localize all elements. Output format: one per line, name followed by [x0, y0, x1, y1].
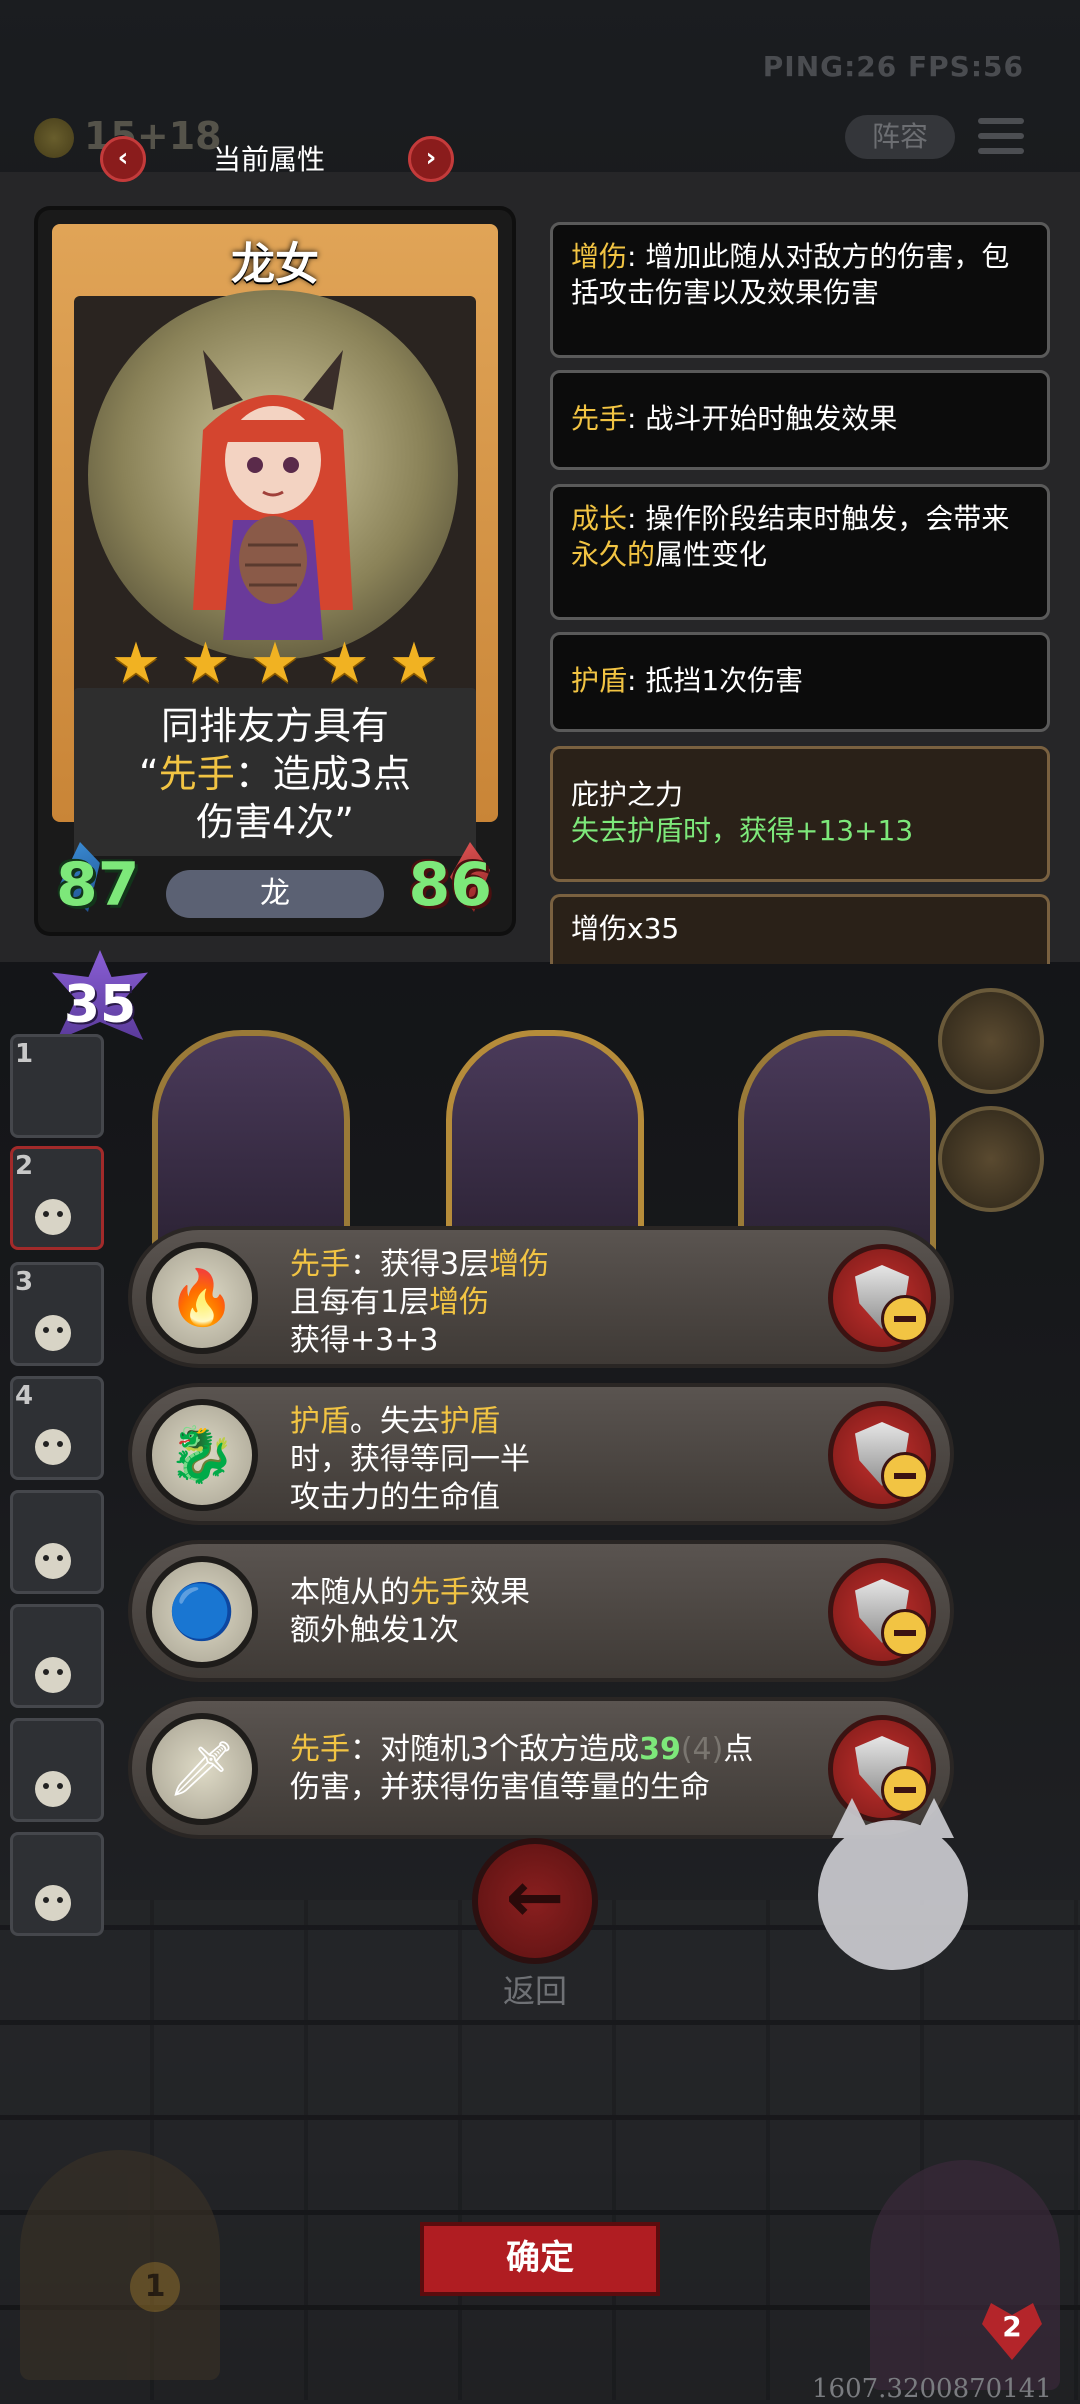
minus-icon	[881, 1609, 929, 1657]
keyword-shield: 护盾: 抵挡1次伤害	[550, 632, 1050, 732]
dragon-girl-image	[193, 350, 353, 640]
minus-icon	[881, 1766, 929, 1814]
top-hud: PING:26 FPS:56 15+18 阵容	[0, 0, 1080, 170]
remove-ability-button[interactable]	[828, 1244, 936, 1352]
blue-orb-icon: 🔵	[146, 1556, 258, 1668]
skull-icon	[35, 1657, 71, 1693]
arrow-left-icon: ←	[505, 1856, 565, 1938]
shop-counter: 1	[130, 2262, 180, 2312]
player-lives: 2	[1002, 2310, 1022, 2343]
card-description: 同排友方具有 “先手：造成3点 伤害4次”	[74, 688, 476, 856]
star-icon: ★	[319, 631, 370, 696]
ping-fps-readout: PING:26 FPS:56	[762, 50, 1024, 83]
roster-slot[interactable]	[10, 1832, 104, 1936]
cat-pet	[818, 1820, 968, 1970]
minus-icon	[881, 1452, 929, 1500]
ability-row: 🐉 护盾。失去护盾 时，获得等同一半 攻击力的生命值	[128, 1383, 954, 1525]
ability-row: 🗡 先手：对随机3个敌方造成39(4)点 伤害，并获得伤害值等量的生命	[128, 1697, 954, 1839]
remove-ability-button[interactable]	[828, 1401, 936, 1509]
torch-staff-icon: 🔥	[146, 1242, 258, 1354]
skull-icon	[35, 1543, 71, 1579]
back-button[interactable]: ←	[472, 1838, 598, 1964]
minus-icon	[881, 1295, 929, 1343]
roster-slot[interactable]	[10, 1490, 104, 1594]
lineup-button[interactable]: 阵容	[845, 115, 955, 159]
prev-arrow-button[interactable]: ‹	[100, 136, 146, 182]
back-label: 返回	[502, 1972, 567, 2010]
roster-slot[interactable]	[10, 1718, 104, 1822]
panel-title: 当前属性	[213, 143, 326, 176]
skull-icon	[35, 1429, 71, 1465]
keyword-growth: 成长: 操作阶段结束时触发，会带来永久的属性变化	[550, 484, 1050, 620]
equipment-orb[interactable]	[938, 988, 1044, 1094]
ability-row: 🔵 本随从的先手效果 额外触发1次	[128, 1540, 954, 1682]
keyword-damage-boost: 增伤: 增加此随从对敌方的伤害，包括攻击伤害以及效果伤害	[550, 222, 1050, 358]
buff-damage-stack: 增伤x35	[550, 894, 1050, 964]
roster-slot[interactable]: 3	[10, 1262, 104, 1366]
roster-slot[interactable]	[10, 1604, 104, 1708]
skull-icon	[35, 1771, 71, 1807]
roster-slot[interactable]: 2	[10, 1146, 104, 1250]
tribe-label: 龙	[166, 870, 384, 918]
star-icon: ★	[110, 631, 162, 696]
skull-icon	[35, 1885, 71, 1921]
next-arrow-button[interactable]: ›	[408, 136, 454, 182]
ability-row: 🔥 先手：获得3层增伤 且每有1层增伤 获得+3+3	[128, 1226, 954, 1368]
skull-icon	[35, 1315, 71, 1351]
character-name: 龙女	[231, 239, 319, 290]
star-rating: ★ ★ ★ ★ ★	[110, 631, 440, 696]
level-value: 35	[63, 975, 137, 1035]
confirm-button[interactable]: 确定	[420, 2222, 660, 2296]
gold-coin-icon	[34, 118, 74, 158]
character-card: 龙女 ★ ★ ★ ★ ★ 同排友方具有 “先手：造成3点 伤害4次” 87 龙 …	[38, 210, 512, 932]
star-icon: ★	[388, 631, 440, 696]
health-value: 86	[408, 850, 493, 920]
menu-icon[interactable]	[978, 118, 1024, 156]
skull-icon	[35, 1199, 71, 1235]
shop-door[interactable]: 1	[20, 2150, 220, 2380]
remove-ability-button[interactable]	[828, 1558, 936, 1666]
dragon-crest-icon: 🐉	[146, 1399, 258, 1511]
attack-value: 87	[56, 850, 140, 920]
roster-slot[interactable]: 1	[10, 1034, 104, 1138]
character-portrait	[88, 290, 458, 660]
purple-blade-icon: 🗡	[146, 1713, 258, 1825]
keyword-first-strike: 先手: 战斗开始时触发效果	[550, 370, 1050, 470]
star-icon: ★	[249, 631, 301, 696]
buff-shelter-power: 庇护之力 失去护盾时，获得+13+13	[550, 746, 1050, 882]
player-portrait[interactable]	[870, 2160, 1060, 2390]
star-icon: ★	[180, 631, 231, 696]
equipment-orb[interactable]	[938, 1106, 1044, 1212]
remove-ability-button[interactable]	[828, 1715, 936, 1823]
roster-slot[interactable]: 4	[10, 1376, 104, 1480]
